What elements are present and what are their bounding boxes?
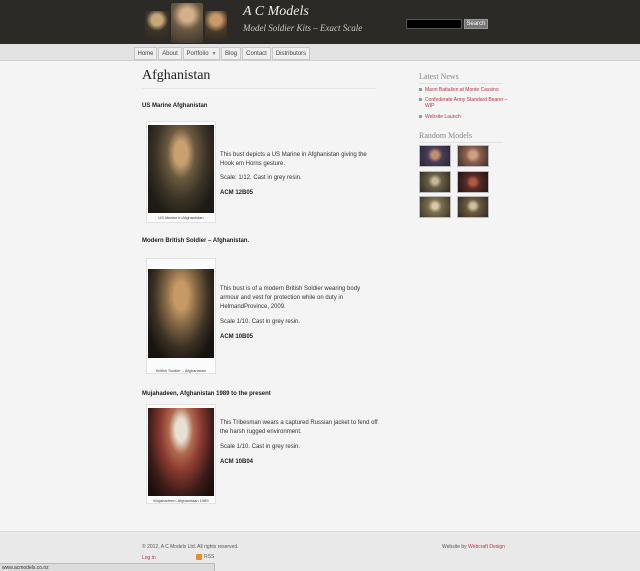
section-heading: Modern British Soldier – Afghanistan. xyxy=(142,238,250,244)
nav-contact[interactable]: Contact xyxy=(242,47,271,60)
news-link[interactable]: Website Launch xyxy=(425,114,461,120)
divider xyxy=(142,88,376,89)
model-thumbnail[interactable] xyxy=(457,196,489,218)
model-thumbnail[interactable] xyxy=(457,171,489,193)
model-figure[interactable]: British Soldier – Afghanistan xyxy=(146,258,216,374)
bullet-icon xyxy=(419,98,422,101)
site-tagline: Model Soldier Kits – Exact Scale xyxy=(243,23,363,33)
nav-label: Contact xyxy=(246,50,267,57)
model-thumbnail[interactable] xyxy=(419,196,451,218)
site-header: A C Models Model Soldier Kits – Exact Sc… xyxy=(0,0,640,44)
credit-prefix: Website by xyxy=(442,544,467,550)
news-item[interactable]: Confederate Army Standard Bearer – WIP xyxy=(419,97,509,109)
random-models-heading: Random Models xyxy=(419,131,473,140)
logo-image[interactable] xyxy=(143,3,227,43)
model-thumbnail[interactable] xyxy=(419,171,451,193)
model-description: This bust is of a modern British Soldier… xyxy=(220,286,361,310)
search-input[interactable] xyxy=(406,19,462,29)
figure-caption: British Soldier – Afghanistan xyxy=(155,368,207,373)
rss-label: RSS xyxy=(204,554,215,560)
news-item[interactable]: Maori Battalion at Monte Cassino xyxy=(419,87,509,93)
section-heading: Mujahadeen, Afghanistan 1989 to the pres… xyxy=(142,391,271,397)
divider xyxy=(419,142,503,143)
section-heading: US Marine Afghanistan xyxy=(142,103,208,109)
model-thumbnail[interactable] xyxy=(457,145,489,167)
figure-caption: Mujahadeen, Afghanistan 1989 xyxy=(153,498,209,503)
model-description: This bust depicts a US Marine in Afghani… xyxy=(220,152,367,167)
bullet-icon xyxy=(419,115,422,118)
credit-link[interactable]: Webcraft Design xyxy=(468,544,505,550)
bullet-icon xyxy=(419,88,422,91)
copyright-text: © 2012, A C Models Ltd. All rights reser… xyxy=(142,544,239,550)
login-link[interactable]: Log in xyxy=(142,555,156,561)
browser-status-bar: www.acmodels.co.nz xyxy=(0,563,215,571)
search-button[interactable]: Search xyxy=(464,19,488,29)
latest-news-heading: Latest News xyxy=(419,72,459,81)
nav-label: Distributors xyxy=(275,50,307,57)
nav-label: Blog xyxy=(224,50,237,57)
rss-icon xyxy=(196,554,202,560)
news-item[interactable]: Website Launch xyxy=(419,114,509,120)
site-credit: Website by Webcraft Design xyxy=(442,544,505,550)
divider xyxy=(419,83,503,84)
nav-distributors[interactable]: Distributors xyxy=(272,47,310,60)
model-thumbnail[interactable] xyxy=(419,145,451,167)
model-figure[interactable]: Mujahadeen, Afghanistan 1989 xyxy=(146,404,216,504)
nav-blog[interactable]: Blog xyxy=(221,47,241,60)
site-title[interactable]: A C Models xyxy=(243,4,309,20)
nav-home[interactable]: Home xyxy=(134,47,157,60)
model-code: ACM 10B05 xyxy=(220,334,254,340)
model-scale: Scale 1/10. Cast in grey resin. xyxy=(220,444,301,450)
model-code: ACM 12B05 xyxy=(220,190,254,196)
chevron-down-icon: ▼ xyxy=(211,50,217,57)
page-title: Afghanistan xyxy=(142,68,211,83)
model-photo[interactable] xyxy=(148,125,214,213)
main-nav: Home About Portfolio ▼ Blog Contact Distr… xyxy=(0,44,640,61)
news-link[interactable]: Maori Battalion at Monte Cassino xyxy=(425,87,499,93)
model-figure[interactable]: US Marine in Afghanistan xyxy=(146,121,216,223)
model-scale: Scale 1/10. Cast in grey resin. xyxy=(220,319,301,325)
nav-portfolio[interactable]: Portfolio ▼ xyxy=(183,47,220,60)
model-photo[interactable] xyxy=(148,269,214,358)
nav-label: Portfolio xyxy=(186,50,209,57)
nav-label: About xyxy=(162,50,178,57)
rss-link[interactable]: RSS xyxy=(196,554,214,560)
news-link[interactable]: Confederate Army Standard Bearer – WIP xyxy=(425,97,509,109)
model-code: ACM 10B04 xyxy=(220,459,254,465)
nav-about[interactable]: About xyxy=(158,47,182,60)
figure-caption: US Marine in Afghanistan xyxy=(158,215,204,220)
nav-label: Home xyxy=(137,50,154,57)
model-description: This Tribesman wears a captured Russian … xyxy=(220,420,378,435)
model-scale: Scale: 1/12. Cast in grey resin. xyxy=(220,175,302,181)
model-photo[interactable] xyxy=(148,408,214,496)
